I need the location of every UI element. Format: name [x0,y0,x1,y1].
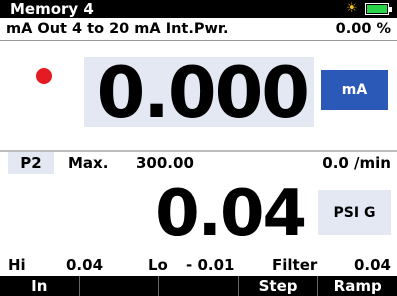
channel-label[interactable]: P2 [8,152,54,174]
unit-ma-button[interactable]: mA [321,70,388,110]
softkey-in[interactable]: In [0,276,80,296]
sun-icon: ☀ [346,1,358,16]
pressure-value: 0.04 [155,177,307,251]
softkey-3[interactable] [159,276,239,296]
status-indicator-dot [36,68,52,84]
main-value-field[interactable]: 0.000 [84,53,314,133]
max-label: Max. [68,154,109,172]
main-value: 0.000 [96,52,310,134]
output-config-label: mA Out 4 to 20 mA Int.Pwr. [6,21,229,37]
max-value: 300.00 [136,154,194,172]
hi-value: 0.04 [66,256,104,274]
softkey-2[interactable] [80,276,160,296]
pressure-header-line: P2 Max. 300.00 0.0 /min [0,152,397,174]
output-percent: 0.00 % [335,21,391,37]
title-bar: Memory 4 ☀ [0,0,397,18]
softkey-step[interactable]: Step [239,276,319,296]
stats-line: Hi 0.04 Lo - 0.01 Filter 0.04 [0,254,397,276]
lo-value: - 0.01 [186,256,235,274]
hi-label: Hi [8,256,26,274]
lo-label: Lo [148,256,168,274]
unit-psig-button[interactable]: PSI G [318,190,391,235]
filter-value: 0.04 [353,256,391,274]
softkey-bar: In Step Ramp [0,276,397,296]
output-config-line: mA Out 4 to 20 mA Int.Pwr. 0.00 % [0,18,397,40]
battery-icon [365,3,392,15]
softkey-ramp[interactable]: Ramp [318,276,397,296]
filter-label: Filter [272,256,318,274]
rate-value: 0.0 /min [322,154,391,172]
window-title: Memory 4 [10,0,94,18]
